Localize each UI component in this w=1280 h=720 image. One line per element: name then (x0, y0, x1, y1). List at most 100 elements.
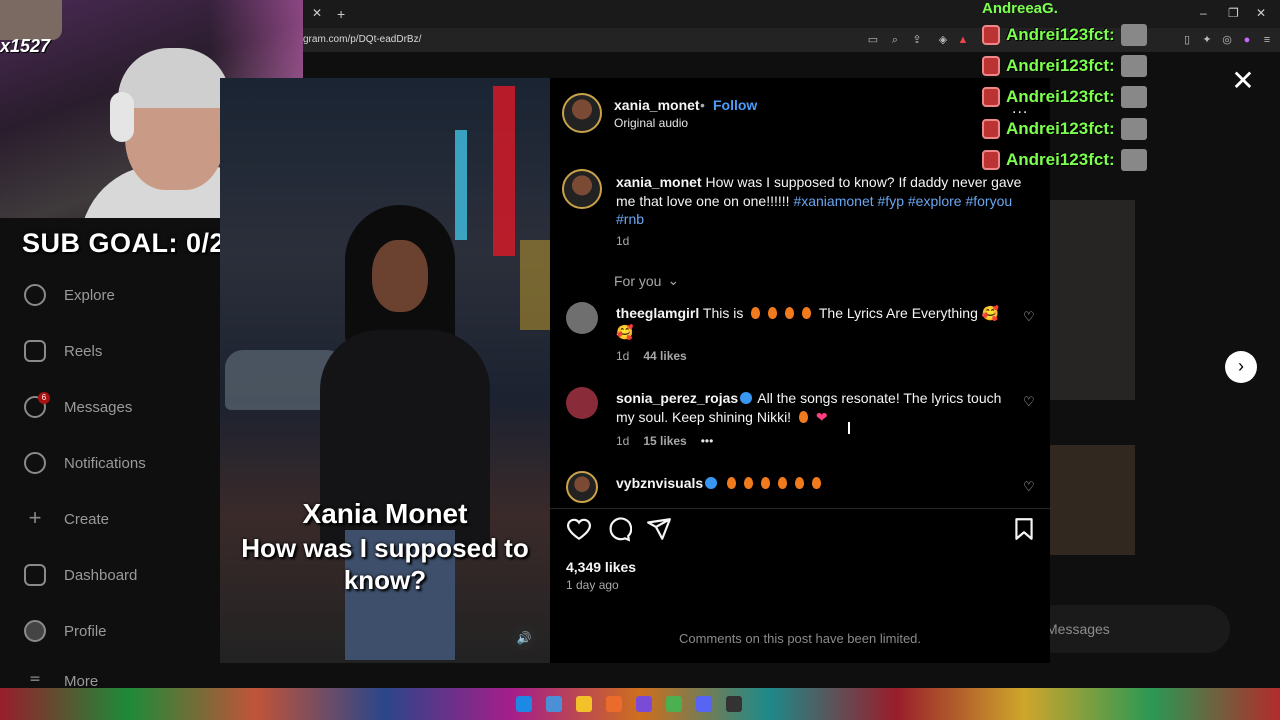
url-text[interactable]: gram.com/p/DQt-eadDrBz/ (303, 34, 421, 45)
comment-likes[interactable]: 44 likes (643, 349, 686, 363)
neon-sign (455, 130, 467, 240)
heart-icon (24, 452, 46, 474)
caption-time: 1d (616, 234, 630, 248)
cast-icon[interactable]: ▭ (866, 33, 880, 47)
divider (550, 508, 1050, 509)
window-close-icon[interactable]: ✕ (1256, 6, 1266, 20)
like-comment-icon[interactable]: ♡ (1023, 395, 1037, 409)
post-likes[interactable]: 4,349 likes (566, 559, 636, 575)
vpn-icon[interactable]: ◎ (1220, 33, 1234, 47)
comment-username[interactable]: vybznvisuals (616, 475, 703, 491)
messages-pill[interactable]: Messages (1030, 605, 1230, 653)
compass-icon (24, 284, 46, 306)
next-post-button[interactable]: › (1225, 351, 1257, 383)
comment-sort-dropdown[interactable]: For you ⌄ (614, 272, 679, 289)
obs-icon[interactable] (726, 696, 742, 712)
sidebar-item-create[interactable]: + Create (24, 507, 109, 531)
follow-button[interactable]: Follow (713, 97, 757, 113)
like-comment-icon[interactable]: ♡ (1023, 480, 1037, 494)
fire-emoji (761, 477, 771, 489)
chat-badge-icon (982, 150, 1000, 170)
caption-avatar[interactable] (562, 169, 602, 209)
comment-text: theeglamgirl This is The Lyrics Are Ever… (616, 304, 1006, 341)
comment-more-icon[interactable]: ••• (701, 434, 714, 448)
hashtag[interactable]: #explore (908, 193, 962, 209)
comment-body: The Lyrics Are Everything (818, 305, 978, 321)
app-taskbar-icon[interactable] (666, 696, 682, 712)
wallet-icon[interactable]: ● (1240, 33, 1254, 47)
comment-avatar[interactable] (566, 302, 598, 334)
author-avatar[interactable] (562, 93, 602, 133)
like-icon[interactable] (566, 516, 592, 542)
menu-icon: ≡ (29, 675, 41, 687)
comment-username[interactable]: sonia_perez_rojas (616, 390, 738, 406)
chat-message: Andrei123fct: (982, 83, 1147, 111)
close-tab-icon[interactable]: ✕ (312, 6, 322, 20)
file-explorer-icon[interactable] (576, 696, 592, 712)
app-taskbar-icon[interactable] (636, 696, 652, 712)
chat-badge-icon (982, 56, 1000, 76)
like-comment-icon[interactable]: ♡ (1023, 310, 1037, 324)
sidebar-item-reels[interactable]: Reels (24, 339, 102, 363)
sidebar-item-label: Dashboard (64, 566, 138, 584)
browser-taskbar-icon[interactable] (606, 696, 622, 712)
brave-shield-icon[interactable]: ◈ (936, 33, 950, 47)
chevron-down-icon: ⌄ (667, 272, 680, 288)
audio-link[interactable]: Original audio (614, 116, 688, 130)
reels-icon (24, 340, 46, 362)
author-username[interactable]: xania_monet (614, 97, 700, 113)
new-tab-button[interactable]: + (337, 6, 345, 22)
hashtag[interactable]: #xaniamonet (793, 193, 873, 209)
task-view-icon[interactable] (546, 696, 562, 712)
chat-emote-icon (1120, 24, 1147, 46)
chat-username: Andrei123fct: (1006, 56, 1115, 75)
discord-icon[interactable] (696, 696, 712, 712)
comment-avatar[interactable] (566, 387, 598, 419)
minimize-icon[interactable]: – (1200, 6, 1207, 20)
menu-icon[interactable]: ≡ (1260, 33, 1274, 47)
background-thumbnail (1050, 445, 1135, 555)
chat-emote-icon (1120, 86, 1147, 108)
comment-text: sonia_perez_rojas All the songs resonate… (616, 389, 1006, 426)
close-icon[interactable]: ✕ (1230, 67, 1256, 95)
verified-badge-icon (740, 392, 753, 404)
comment-time: 1d (616, 349, 630, 363)
start-icon[interactable] (516, 696, 532, 712)
caption-username[interactable]: xania_monet (616, 174, 702, 190)
chat-username: Andrei123fct: (1006, 87, 1115, 106)
save-icon[interactable] (1011, 516, 1037, 542)
sidebar-item-notifications[interactable]: Notifications (24, 451, 146, 475)
comment-avatar[interactable] (566, 471, 598, 503)
comment-username[interactable]: theeglamgirl (616, 305, 699, 321)
post-panel (550, 78, 1050, 663)
fire-emoji (812, 477, 822, 489)
speaker-icon[interactable]: 🔊 (512, 626, 536, 650)
comment-icon[interactable] (606, 516, 632, 542)
rewards-icon[interactable]: ▲ (956, 33, 970, 47)
sidebar-item-label: Notifications (64, 454, 146, 472)
sidebar-item-explore[interactable]: Explore (24, 283, 115, 307)
comments-limited-notice: Comments on this post have been limited. (678, 631, 922, 646)
share-icon[interactable] (646, 516, 672, 542)
zoom-icon[interactable]: ⌕ (888, 33, 902, 47)
sidebar-item-more[interactable]: ≡ More (24, 675, 98, 687)
chat-message: Andrei123fct: (982, 52, 1147, 80)
video-caption-title: Xania Monet (302, 498, 468, 529)
sub-goal: SUB GOAL: 0/20 (22, 228, 241, 258)
share-icon[interactable]: ⇪ (910, 33, 924, 47)
sidebar-item-dashboard[interactable]: Dashboard (24, 563, 137, 587)
headset (110, 92, 134, 142)
chat-username: Andrei123fct: (1006, 119, 1115, 138)
hashtag[interactable]: #foryou (965, 193, 1012, 209)
hashtag[interactable]: #fyp (878, 193, 904, 209)
sidebar-icon[interactable]: ▯ (1180, 33, 1194, 47)
video-caption-line: How was I supposed to know? (241, 533, 529, 595)
extensions-icon[interactable]: ✦ (1200, 33, 1214, 47)
cat-emote (0, 0, 62, 40)
restore-icon[interactable]: ❐ (1228, 6, 1239, 20)
comment-likes[interactable]: 15 likes (643, 434, 686, 448)
comment-time: 1d (616, 434, 630, 448)
sidebar-item-profile[interactable]: Profile (24, 619, 107, 643)
sidebar-item-label: Profile (64, 622, 107, 640)
hashtag[interactable]: #rnb (616, 211, 644, 227)
